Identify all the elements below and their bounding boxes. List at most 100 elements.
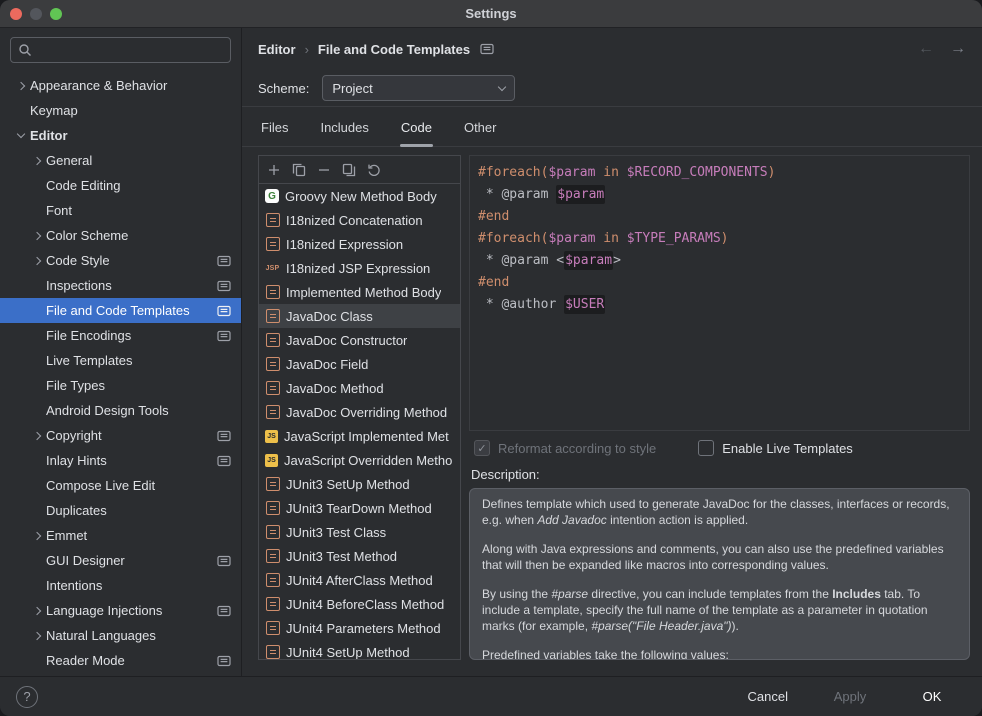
sidebar-item-intentions[interactable]: Intentions [0, 573, 241, 598]
revert-icon[interactable] [363, 159, 385, 181]
template-item-i18nized-concatenation[interactable]: I18nized Concatenation [259, 208, 460, 232]
tpl-icon [265, 645, 280, 660]
chevron-right-icon[interactable] [28, 608, 46, 614]
sidebar-item-reader-mode[interactable]: Reader Mode [0, 648, 241, 673]
template-item-junit4-parameters-method[interactable]: JUnit4 Parameters Method [259, 616, 460, 640]
sidebar-item-keymap[interactable]: Keymap [0, 98, 241, 123]
close-button[interactable] [10, 8, 22, 20]
sidebar-item-file-and-code-templates[interactable]: File and Code Templates [0, 298, 241, 323]
tpl-icon [265, 525, 280, 540]
sidebar-item-appearance-behavior[interactable]: Appearance & Behavior [0, 73, 241, 98]
sidebar-item-natural-languages[interactable]: Natural Languages [0, 623, 241, 648]
groovy-icon: G [265, 189, 279, 203]
duplicate-icon[interactable] [338, 159, 360, 181]
chevron-right-icon[interactable] [28, 258, 46, 264]
template-editor[interactable]: #foreach($param in $RECORD_COMPONENTS) *… [469, 155, 970, 431]
sidebar-item-file-types[interactable]: File Types [0, 373, 241, 398]
sidebar-item-gui-designer[interactable]: GUI Designer [0, 548, 241, 573]
sidebar-item-editor[interactable]: Editor [0, 123, 241, 148]
sidebar-item-font[interactable]: Font [0, 198, 241, 223]
chevron-right-icon[interactable] [28, 233, 46, 239]
chevron-right-icon[interactable] [28, 433, 46, 439]
screen-icon [217, 655, 231, 667]
scheme-select[interactable]: Project [322, 75, 515, 101]
sidebar-item-live-templates[interactable]: Live Templates [0, 348, 241, 373]
template-item-i18nized-jsp-expression[interactable]: JSPI18nized JSP Expression [259, 256, 460, 280]
code-line: #end [478, 206, 961, 228]
template-item-i18nized-expression[interactable]: I18nized Expression [259, 232, 460, 256]
template-item-javascript-overridden-metho[interactable]: JSJavaScript Overridden Metho [259, 448, 460, 472]
minimize-button[interactable] [30, 8, 42, 20]
template-list: GGroovy New Method BodyI18nized Concaten… [259, 184, 460, 659]
sidebar-item-general[interactable]: General [0, 148, 241, 173]
ok-button[interactable]: OK [898, 683, 966, 711]
checkbox-icon[interactable]: ✓ [474, 440, 490, 456]
template-item-javadoc-constructor[interactable]: JavaDoc Constructor [259, 328, 460, 352]
screen-icon [217, 430, 231, 442]
template-item-javadoc-overriding-method[interactable]: JavaDoc Overriding Method [259, 400, 460, 424]
cancel-button[interactable]: Cancel [734, 683, 802, 711]
template-item-junit3-test-method[interactable]: JUnit3 Test Method [259, 544, 460, 568]
template-item-junit3-teardown-method[interactable]: JUnit3 TearDown Method [259, 496, 460, 520]
sidebar-item-color-scheme[interactable]: Color Scheme [0, 223, 241, 248]
sidebar-item-inlay-hints[interactable]: Inlay Hints [0, 448, 241, 473]
tab-includes[interactable]: Includes [319, 120, 369, 146]
scheme-label: Scheme: [258, 81, 309, 96]
sidebar-item-label: Color Scheme [46, 228, 241, 243]
template-item-label: JUnit4 AfterClass Method [286, 573, 433, 588]
template-item-junit3-test-class[interactable]: JUnit3 Test Class [259, 520, 460, 544]
traffic-lights [10, 8, 62, 20]
settings-search[interactable] [10, 37, 231, 63]
sidebar-item-label: Appearance & Behavior [30, 78, 241, 93]
template-item-javascript-implemented-met[interactable]: JSJavaScript Implemented Met [259, 424, 460, 448]
chevron-right-icon[interactable] [28, 633, 46, 639]
template-item-junit3-setup-method[interactable]: JUnit3 SetUp Method [259, 472, 460, 496]
sidebar-item-emmet[interactable]: Emmet [0, 523, 241, 548]
checkbox-enable-live-templates[interactable]: Enable Live Templates [698, 440, 853, 456]
checkbox-icon[interactable] [698, 440, 714, 456]
zoom-button[interactable] [50, 8, 62, 20]
sidebar-item-label: GUI Designer [46, 553, 217, 568]
sidebar-item-android-design-tools[interactable]: Android Design Tools [0, 398, 241, 423]
checkbox-reformat-according-to-style[interactable]: ✓Reformat according to style [474, 440, 656, 456]
forward-icon[interactable]: → [950, 40, 966, 58]
apply-button[interactable]: Apply [816, 683, 884, 711]
chevron-down-icon[interactable] [12, 134, 30, 137]
sidebar-item-code-style[interactable]: Code Style [0, 248, 241, 273]
chevron-right-icon[interactable] [12, 83, 30, 89]
sidebar-item-inspections[interactable]: Inspections [0, 273, 241, 298]
sidebar-item-language-injections[interactable]: Language Injections [0, 598, 241, 623]
chevron-right-icon[interactable] [28, 533, 46, 539]
sidebar-item-file-encodings[interactable]: File Encodings [0, 323, 241, 348]
sidebar-item-duplicates[interactable]: Duplicates [0, 498, 241, 523]
breadcrumb-editor[interactable]: Editor [258, 42, 296, 57]
sidebar-item-code-editing[interactable]: Code Editing [0, 173, 241, 198]
back-icon[interactable]: ← [918, 40, 934, 58]
template-item-implemented-method-body[interactable]: Implemented Method Body [259, 280, 460, 304]
template-item-javadoc-class[interactable]: JavaDoc Class [259, 304, 460, 328]
screen-icon [217, 255, 231, 267]
sidebar-item-label: Code Editing [46, 178, 241, 193]
template-item-javadoc-field[interactable]: JavaDoc Field [259, 352, 460, 376]
copy-icon[interactable] [288, 159, 310, 181]
chevron-down-icon [498, 82, 506, 90]
tab-code[interactable]: Code [400, 120, 433, 146]
template-item-junit4-beforeclass-method[interactable]: JUnit4 BeforeClass Method [259, 592, 460, 616]
sidebar-item-compose-live-edit[interactable]: Compose Live Edit [0, 473, 241, 498]
search-input[interactable] [37, 43, 223, 58]
template-item-javadoc-method[interactable]: JavaDoc Method [259, 376, 460, 400]
template-item-junit4-setup-method[interactable]: JUnit4 SetUp Method [259, 640, 460, 659]
tpl-icon [265, 381, 280, 396]
template-item-junit4-afterclass-method[interactable]: JUnit4 AfterClass Method [259, 568, 460, 592]
code-line: #end [478, 272, 961, 294]
template-item-groovy-new-method-body[interactable]: GGroovy New Method Body [259, 184, 460, 208]
remove-icon[interactable] [313, 159, 335, 181]
tab-other[interactable]: Other [463, 120, 498, 146]
template-item-label: JUnit3 Test Method [286, 549, 397, 564]
add-icon[interactable] [263, 159, 285, 181]
chevron-right-icon[interactable] [28, 158, 46, 164]
help-button[interactable]: ? [16, 686, 38, 708]
template-item-label: JUnit4 BeforeClass Method [286, 597, 444, 612]
sidebar-item-copyright[interactable]: Copyright [0, 423, 241, 448]
tab-files[interactable]: Files [260, 120, 289, 146]
